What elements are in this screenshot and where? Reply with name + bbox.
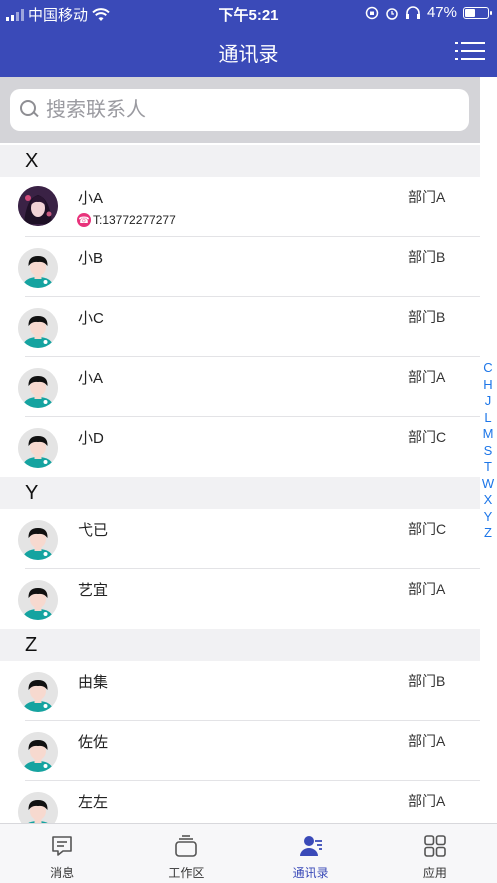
index-letter-j[interactable]: J xyxy=(485,393,492,410)
contact-department: 部门B xyxy=(408,673,446,689)
contact-name: 佐佐 xyxy=(78,734,109,751)
contact-name: 艺宜 xyxy=(78,582,109,599)
avatar-photo xyxy=(18,186,58,226)
index-letter-m[interactable]: M xyxy=(483,426,494,443)
contact-department: 部门C xyxy=(408,521,447,537)
page-title: 通讯录 xyxy=(218,44,279,66)
battery-fill xyxy=(465,8,475,17)
phone-icon: ☎ xyxy=(77,213,91,227)
contact-name: 由集 xyxy=(78,674,109,691)
contact-row[interactable]: 佐佐 部门A xyxy=(0,721,480,781)
search-icon xyxy=(20,100,40,120)
contact-row[interactable]: 由集 部门B xyxy=(0,661,480,721)
contact-department: 部门A xyxy=(408,369,446,385)
contact-name: 左左 xyxy=(78,794,109,811)
top-bar: 中国移动 下午5:21 47% 通讯录 xyxy=(0,0,497,77)
index-letter-y[interactable]: Y xyxy=(484,509,493,526)
apps-grid-icon xyxy=(424,835,446,857)
index-letter-h[interactable]: H xyxy=(483,377,492,394)
search-input[interactable] xyxy=(46,98,426,122)
contact-department: 部门A xyxy=(408,733,446,749)
contact-name: 弋已 xyxy=(78,522,109,539)
workspace-icon xyxy=(175,835,198,857)
tab-messages[interactable]: 消息 xyxy=(0,824,124,883)
tab-label: 通讯录 xyxy=(292,866,329,880)
contact-department: 部门A xyxy=(408,189,446,205)
default-avatar-icon xyxy=(18,520,58,560)
battery-percent: 47% xyxy=(426,4,457,21)
status-right: 47% xyxy=(365,4,492,21)
tab-label: 工作区 xyxy=(168,866,205,880)
index-letter-c[interactable]: C xyxy=(483,360,492,377)
alarm-icon xyxy=(386,7,398,20)
index-letter-t[interactable]: T xyxy=(484,459,492,476)
contact-row[interactable]: 艺宜 部门A xyxy=(0,569,480,629)
tab-workspace[interactable]: 工作区 xyxy=(124,824,248,883)
list-menu-icon[interactable] xyxy=(455,40,485,62)
search-area xyxy=(0,77,480,143)
contact-name: 小A xyxy=(78,370,104,387)
contact-phone[interactable]: ☎ T:13772277277 xyxy=(77,213,176,227)
default-avatar-icon xyxy=(18,672,58,712)
default-avatar-icon xyxy=(18,368,58,408)
contact-row[interactable]: 小D 部门C xyxy=(0,417,480,477)
contact-name: 小B xyxy=(78,250,104,267)
contact-row[interactable]: 小A 部门A ☎ T:13772277277 xyxy=(0,177,480,237)
contact-department: 部门B xyxy=(408,249,446,265)
default-avatar-icon xyxy=(18,580,58,620)
tab-bar: 消息 工作区 通讯录 应用 xyxy=(0,823,497,883)
index-letter-x[interactable]: X xyxy=(484,492,493,509)
contact-phone-number: T:13772277277 xyxy=(93,213,176,227)
default-avatar-icon xyxy=(18,732,58,772)
tab-apps[interactable]: 应用 xyxy=(373,824,497,883)
section-header-y: Y xyxy=(0,477,480,509)
section-header-z: Z xyxy=(0,629,480,661)
index-letter-z[interactable]: Z xyxy=(484,525,492,542)
index-letter-l[interactable]: L xyxy=(484,410,491,427)
index-letter-w[interactable]: W xyxy=(482,476,494,493)
tab-label: 应用 xyxy=(422,866,447,880)
contacts-icon xyxy=(299,836,322,856)
contact-row[interactable]: 小A 部门A xyxy=(0,357,480,417)
message-icon xyxy=(52,836,72,856)
contact-department: 部门B xyxy=(408,309,446,325)
search-box[interactable] xyxy=(10,89,469,131)
tab-contacts[interactable]: 通讯录 xyxy=(249,824,373,883)
contact-row[interactable]: 小C 部门B xyxy=(0,297,480,357)
headphones-icon xyxy=(405,5,420,19)
contact-row[interactable]: 弋已 部门C xyxy=(0,509,480,569)
battery-icon xyxy=(463,6,492,19)
index-letter-s[interactable]: S xyxy=(484,443,493,460)
section-header-x: X xyxy=(0,145,480,177)
contact-department: 部门C xyxy=(408,429,447,445)
tab-label: 消息 xyxy=(50,866,75,880)
default-avatar-icon xyxy=(18,308,58,348)
contact-department: 部门A xyxy=(408,793,446,809)
alphabet-index[interactable]: CHJLMSTWXYZ xyxy=(478,360,497,542)
contact-name: 小C xyxy=(78,310,104,327)
orientation-lock-icon xyxy=(365,6,379,19)
contact-department: 部门A xyxy=(408,581,446,597)
default-avatar-icon xyxy=(18,428,58,468)
default-avatar-icon xyxy=(18,248,58,288)
status-bar: 中国移动 下午5:21 47% xyxy=(0,0,497,26)
contact-name: 小A xyxy=(78,190,104,207)
contact-name: 小D xyxy=(78,430,104,447)
contact-row[interactable]: 小B 部门B xyxy=(0,237,480,297)
